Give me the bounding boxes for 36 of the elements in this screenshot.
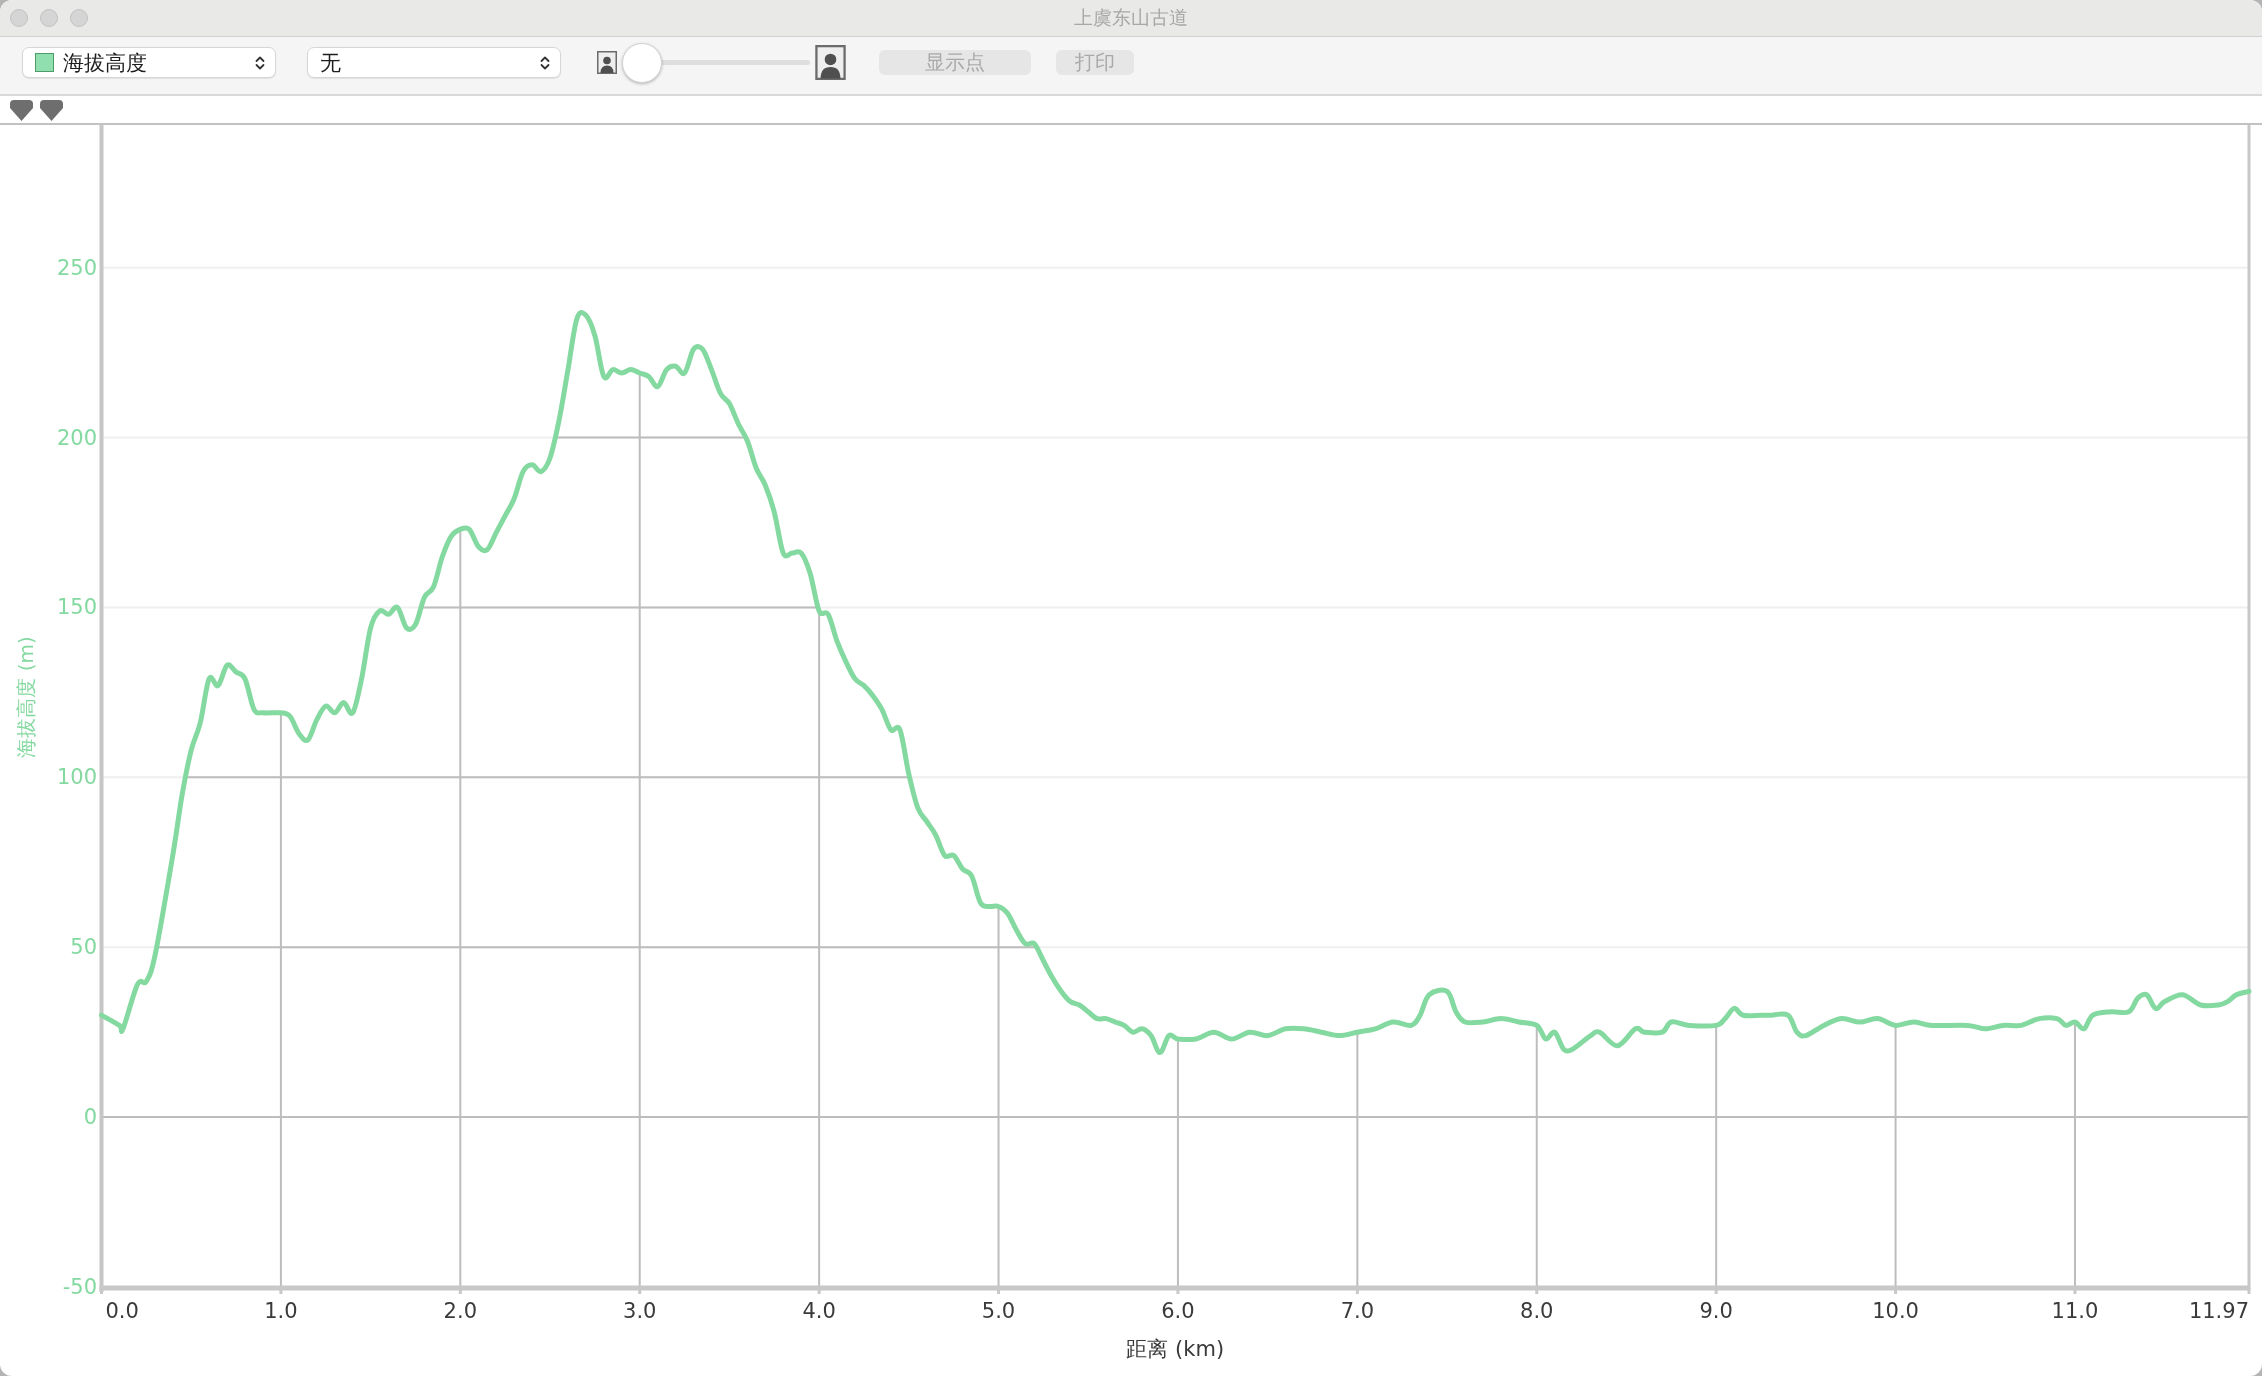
- x-tick-label: 0.0: [105, 1299, 139, 1323]
- x-tick-label: 4.0: [802, 1299, 836, 1323]
- y-tick-label: 100: [56, 765, 97, 790]
- up-down-chevron-icon: [540, 54, 550, 71]
- x-tick-label: 3.0: [623, 1299, 657, 1323]
- x-tick-label: 6.0: [1161, 1299, 1195, 1323]
- up-down-chevron-icon: [255, 54, 265, 71]
- x-tick-label: 1.0: [264, 1299, 298, 1323]
- x-tick-label: 8.0: [1520, 1299, 1554, 1323]
- dropdown[interactable]: 无: [307, 47, 561, 78]
- large-person-icon: [814, 45, 847, 80]
- x-axis-title: 距离 (km): [1126, 1337, 1225, 1361]
- close-button[interactable]: [10, 9, 28, 27]
- y-tick-label: 50: [70, 935, 97, 960]
- x-tick-label: 9.0: [1699, 1299, 1733, 1323]
- x-tick-label: 2.0: [443, 1299, 477, 1323]
- small-person-icon: [597, 51, 617, 74]
- x-tick-label: 10.0: [1872, 1299, 1919, 1323]
- y-tick-label: 0: [83, 1105, 97, 1130]
- y-tick-label: 200: [56, 425, 97, 450]
- slider-track[interactable]: [622, 42, 810, 83]
- x-tick-label: 11.97: [2188, 1299, 2249, 1323]
- marker-icon[interactable]: [10, 100, 33, 121]
- window-title: 上虞东山古道: [1074, 6, 1188, 30]
- y-axis-title: 海拔高度 (m): [13, 636, 38, 758]
- slider-thumb[interactable]: [622, 42, 662, 83]
- marker-icon[interactable]: [40, 100, 63, 121]
- y-tick-label: 150: [56, 595, 97, 620]
- y-tick-label: 250: [56, 255, 97, 280]
- minimize-button[interactable]: [40, 9, 58, 27]
- x-tick-label: 5.0: [981, 1299, 1016, 1323]
- x-tick-label: 11.0: [2051, 1299, 2099, 1323]
- y-tick-label: -50: [62, 1275, 97, 1299]
- x-tick-label: 7.0: [1340, 1299, 1375, 1323]
- zoom-button[interactable]: [70, 9, 88, 27]
- dropdown[interactable]: 海拔高度: [22, 47, 276, 78]
